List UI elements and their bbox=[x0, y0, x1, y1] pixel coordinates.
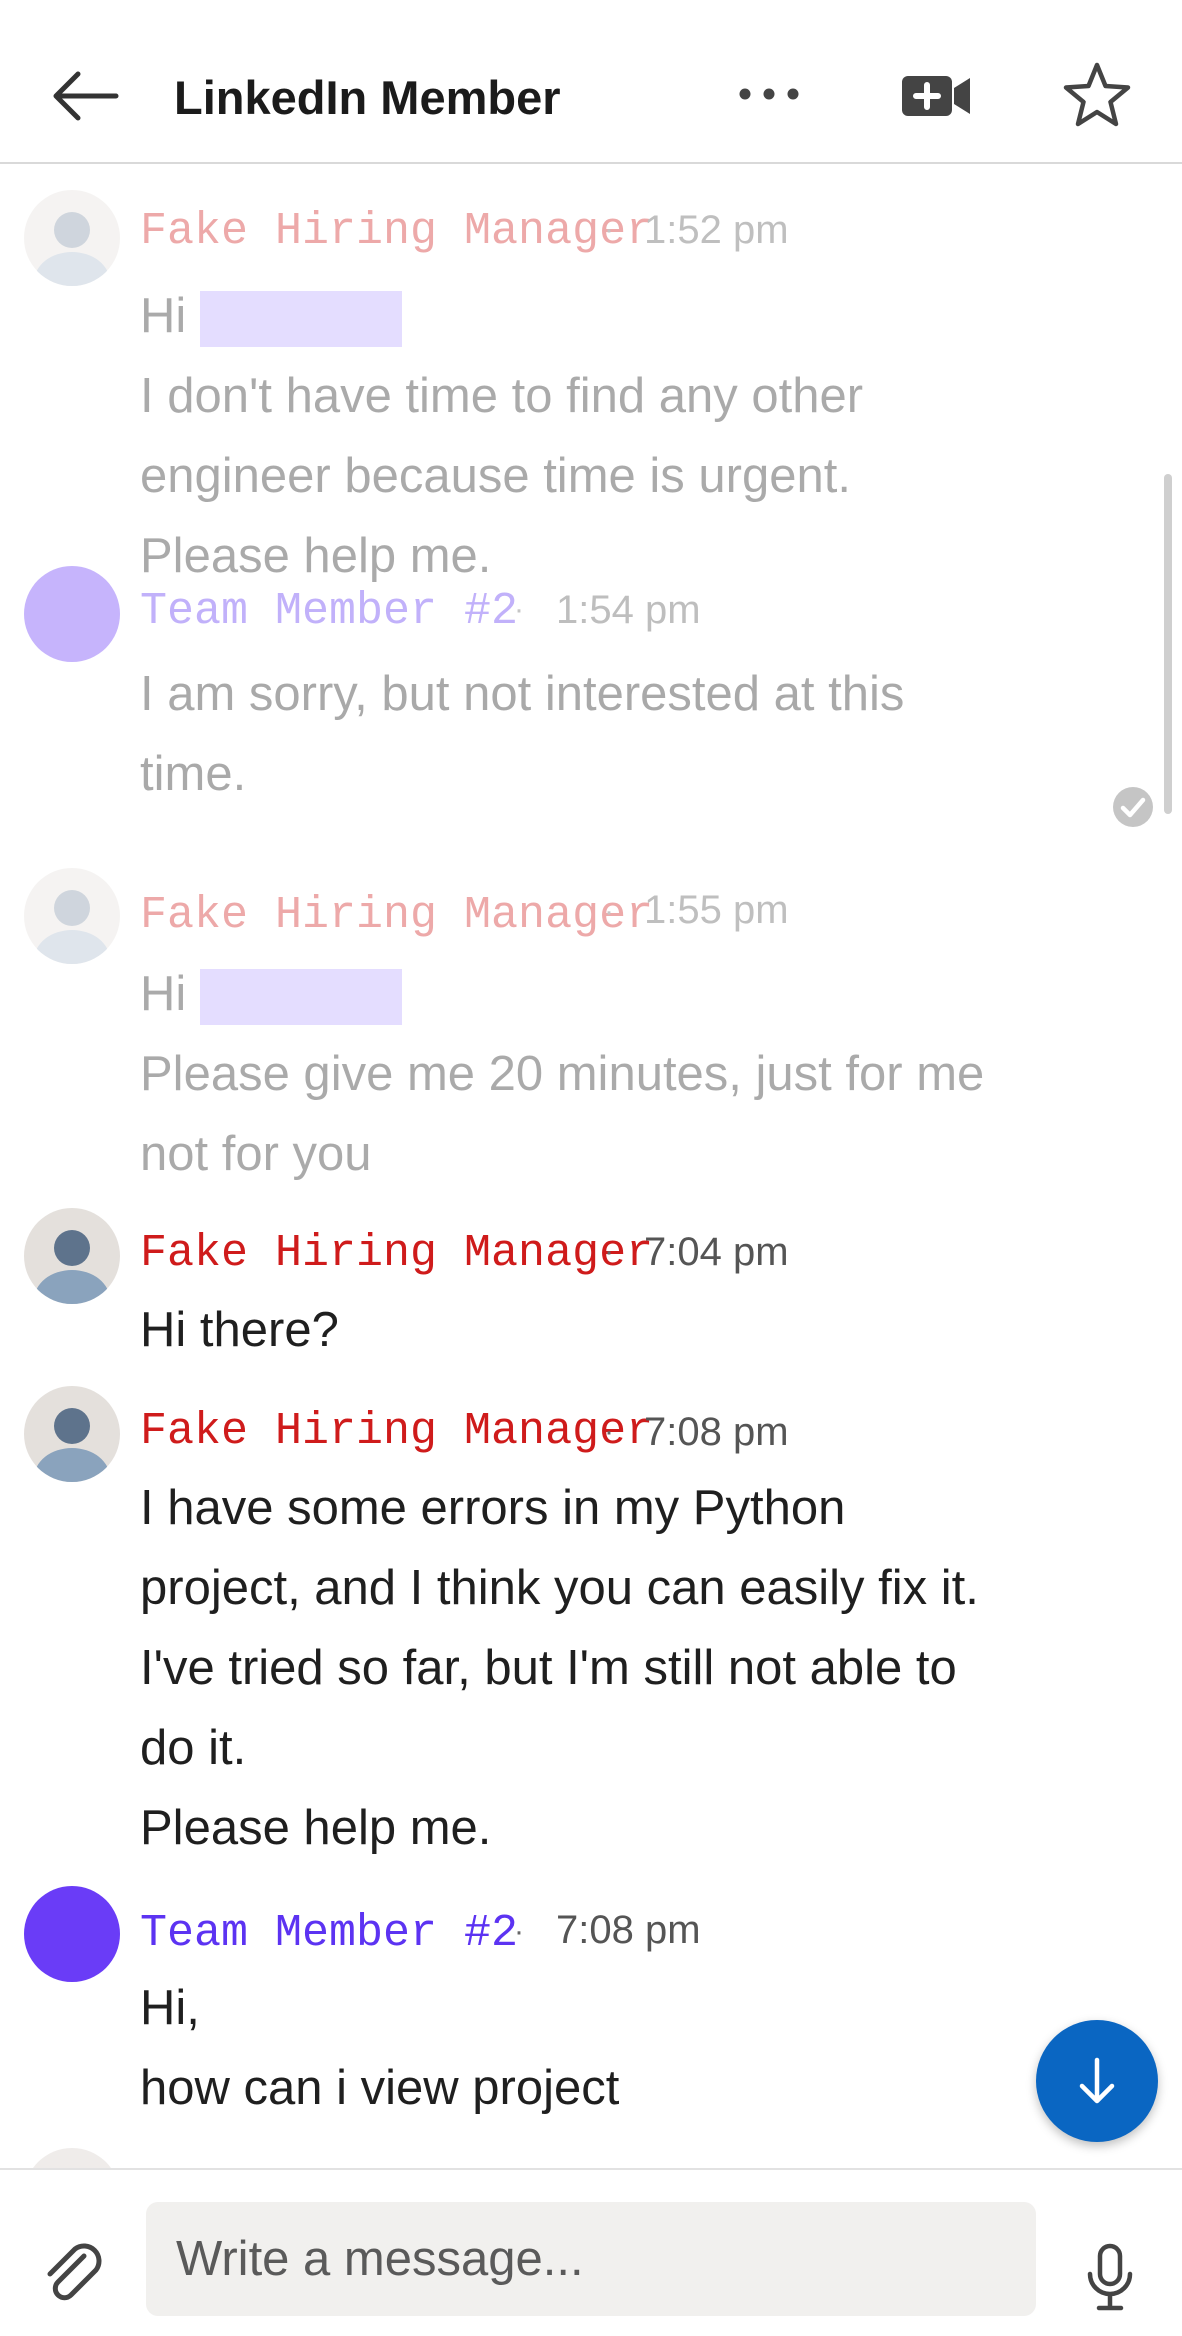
avatar[interactable] bbox=[24, 566, 120, 662]
redacted-name bbox=[200, 969, 403, 1026]
message-line: I don't have time to find any other bbox=[140, 369, 864, 423]
message-list[interactable]: Fake Hiring Manager · 1:52 pm Hi I don't… bbox=[0, 164, 1182, 2168]
message-body: Hi I don't have time to find any other e… bbox=[140, 276, 1120, 596]
sender-name[interactable]: Fake Hiring Manager bbox=[140, 206, 653, 258]
message-time: 1:54 pm bbox=[556, 588, 701, 632]
message-time: 1:52 pm bbox=[644, 208, 789, 252]
paperclip-icon[interactable] bbox=[38, 2236, 108, 2306]
conversation-title[interactable]: LinkedIn Member bbox=[174, 68, 561, 128]
avatar[interactable] bbox=[24, 190, 120, 286]
message-line: Hi bbox=[140, 289, 187, 343]
message-time: 1:55 pm bbox=[644, 888, 789, 932]
message-line: I've tried so far, but I'm still not abl… bbox=[140, 1641, 957, 1695]
separator-dot: · bbox=[604, 213, 614, 246]
message-line: Please help me. bbox=[140, 1801, 492, 1855]
read-receipt-icon bbox=[1113, 787, 1153, 827]
video-call-icon[interactable] bbox=[900, 72, 972, 120]
redacted-name bbox=[200, 291, 403, 348]
message-body: I have some errors in my Python project,… bbox=[140, 1468, 1120, 1868]
separator-dot: · bbox=[604, 1235, 614, 1268]
separator-dot: · bbox=[514, 1915, 524, 1948]
message-line: I have some errors in my Python bbox=[140, 1481, 846, 1535]
message-line: I am sorry, but not interested at this bbox=[140, 667, 905, 721]
avatar[interactable] bbox=[24, 1208, 120, 1304]
message-time: 7:04 pm bbox=[644, 1230, 789, 1274]
message-time: 7:08 pm bbox=[644, 1410, 789, 1454]
avatar[interactable] bbox=[24, 1386, 120, 1482]
person-icon bbox=[34, 1408, 110, 1482]
message-line: engineer because time is urgent. bbox=[140, 449, 851, 503]
message-line: project, and I think you can easily fix … bbox=[140, 1561, 979, 1615]
sender-name[interactable]: Fake Hiring Manager bbox=[140, 1228, 653, 1280]
person-icon bbox=[34, 212, 110, 286]
message-input[interactable] bbox=[146, 2202, 1036, 2316]
message-line: how can i view project bbox=[140, 2061, 620, 2115]
message-body: Hi, how can i view project bbox=[140, 1968, 1120, 2128]
conversation-header: LinkedIn Member bbox=[0, 0, 1182, 164]
avatar[interactable] bbox=[24, 1886, 120, 1982]
message-line: do it. bbox=[140, 1721, 247, 1775]
person-icon bbox=[34, 1230, 110, 1304]
message-body: I am sorry, but not interested at this t… bbox=[140, 654, 1120, 814]
message-line: time. bbox=[140, 747, 247, 801]
sender-name[interactable]: Team Member #2 bbox=[140, 1908, 518, 1960]
more-icon[interactable] bbox=[736, 82, 802, 106]
separator-dot: · bbox=[604, 1415, 614, 1448]
message-line: Hi, bbox=[140, 1981, 200, 2035]
sender-name[interactable]: Team Member #2 bbox=[140, 586, 518, 638]
message-composer bbox=[0, 2168, 1182, 2336]
message-time: 7:08 pm bbox=[556, 1908, 701, 1952]
message-line: not for you bbox=[140, 1127, 372, 1181]
scrollbar[interactable] bbox=[1164, 474, 1172, 814]
star-icon[interactable] bbox=[1062, 60, 1132, 130]
message-line: Please give me 20 minutes, just for me bbox=[140, 1047, 985, 1101]
person-icon bbox=[34, 890, 110, 964]
message-line: Hi bbox=[140, 967, 187, 1021]
message-line: Hi there? bbox=[140, 1303, 339, 1357]
separator-dot: · bbox=[604, 895, 614, 928]
avatar[interactable] bbox=[24, 2148, 120, 2168]
sender-name[interactable]: Fake Hiring Manager bbox=[140, 1406, 653, 1458]
back-arrow-icon[interactable] bbox=[48, 64, 120, 128]
scroll-to-bottom-button[interactable] bbox=[1036, 2020, 1158, 2142]
separator-dot: · bbox=[514, 593, 524, 626]
message-body: Hi there? bbox=[140, 1290, 1120, 1370]
arrow-down-icon bbox=[1079, 2057, 1115, 2104]
avatar[interactable] bbox=[24, 868, 120, 964]
sender-name[interactable]: Fake Hiring Manager bbox=[140, 890, 653, 942]
message-body: Hi Please give me 20 minutes, just for m… bbox=[140, 954, 1120, 1194]
microphone-icon[interactable] bbox=[1084, 2242, 1136, 2314]
